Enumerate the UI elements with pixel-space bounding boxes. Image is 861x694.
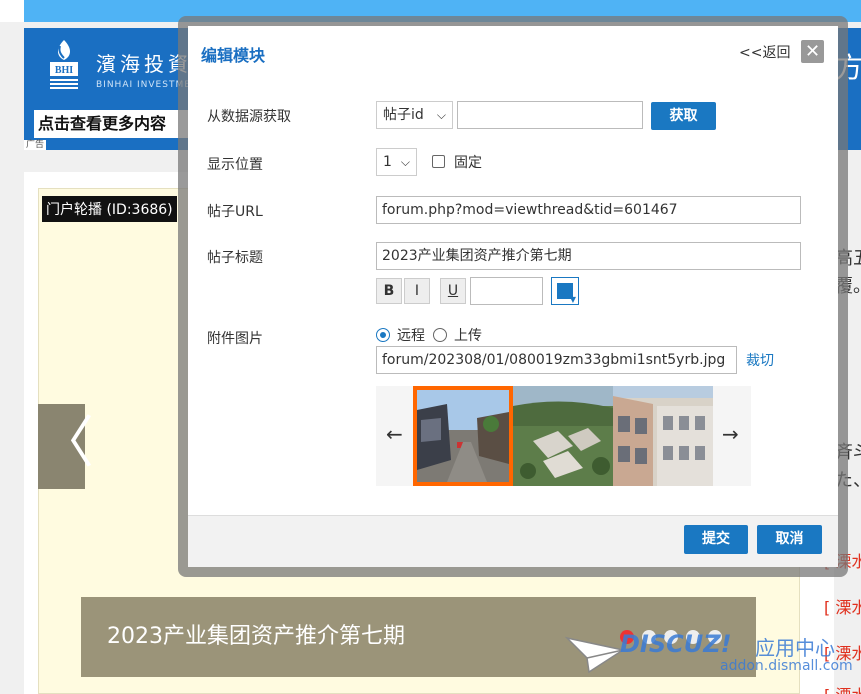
slider-id-badge[interactable]: 门户轮播 (ID:3686): [42, 196, 177, 222]
position-value: 1: [383, 154, 392, 170]
close-icon[interactable]: ✕: [801, 40, 824, 63]
watermark-brand: DISCUZ!: [620, 630, 732, 658]
post-title-label: 帖子标题: [207, 250, 263, 266]
discuz-watermark: DISCUZ! 应用中心 addon.dismall.com: [565, 628, 855, 688]
source-type-value: 帖子id: [383, 107, 424, 123]
image-path-input[interactable]: forum/202308/01/080019zm33gbmi1snt5yrb.j…: [376, 346, 737, 374]
aerial-village-photo: [513, 386, 613, 486]
underline-button[interactable]: U: [440, 278, 466, 304]
side-link[interactable]: [ 溧水: [824, 594, 861, 618]
fixed-checkbox[interactable]: [432, 155, 445, 168]
top-bar-left: [0, 0, 24, 22]
building-photo: [613, 386, 713, 486]
dialog-title: 编辑模块: [201, 46, 266, 65]
caret-down-icon: ▼: [569, 295, 576, 304]
remote-label: 远程: [397, 328, 425, 344]
italic-button[interactable]: I: [404, 278, 430, 304]
fixed-label: 固定: [454, 155, 482, 171]
title-color-input[interactable]: [470, 277, 543, 305]
source-type-select[interactable]: 帖子id ⌵: [376, 101, 453, 129]
position-select[interactable]: 1 ⌵: [376, 148, 417, 176]
source-label: 从数据源获取: [207, 109, 291, 125]
source-id-input[interactable]: [457, 101, 643, 129]
chevron-down-icon: ⌵: [436, 108, 446, 122]
upload-label: 上传: [454, 328, 482, 344]
post-url-input[interactable]: forum.php?mod=viewthread&tid=601467: [376, 196, 801, 224]
arrow-right-icon[interactable]: →: [722, 422, 739, 446]
cancel-button[interactable]: 取消: [757, 525, 822, 554]
thumbnail-image[interactable]: [413, 386, 513, 486]
url-label: 帖子URL: [207, 204, 263, 220]
position-label: 显示位置: [207, 157, 263, 173]
image-label: 附件图片: [207, 331, 263, 347]
slider-prev-button[interactable]: 〈: [38, 404, 94, 489]
thumbnail-image[interactable]: [613, 386, 713, 486]
bhi-logo-icon: BHI: [50, 40, 78, 89]
paper-plane-icon: [565, 636, 625, 674]
remote-radio[interactable]: [376, 328, 390, 342]
bold-button[interactable]: B: [376, 278, 402, 304]
post-title-input[interactable]: 2023产业集团资产推介第七期: [376, 242, 801, 270]
watermark-app-center: 应用中心: [755, 636, 835, 660]
thumbnail-image[interactable]: [513, 386, 613, 486]
arrow-left-icon[interactable]: ←: [386, 422, 403, 446]
watermark-url: addon.dismall.com: [720, 658, 853, 674]
street-photo: [417, 390, 509, 482]
svg-text:BHI: BHI: [55, 65, 73, 76]
crop-link[interactable]: 裁切: [746, 350, 774, 370]
color-picker-button[interactable]: ▼: [551, 277, 579, 305]
fetch-button[interactable]: 获取: [651, 102, 716, 130]
chevron-down-icon: ⌵: [400, 155, 410, 169]
back-link[interactable]: <<返回: [739, 42, 790, 62]
upload-radio[interactable]: [433, 328, 447, 342]
banner-more-link[interactable]: 点击查看更多内容: [34, 110, 194, 138]
image-thumbnail-strip: ← →: [376, 386, 751, 486]
ad-label: 广告: [24, 140, 47, 150]
submit-button[interactable]: 提交: [684, 525, 748, 554]
ad-banner[interactable]: BHI 濱海投資 BINHAI INVESTMENT 点击查看更多内容 广告: [24, 28, 194, 150]
